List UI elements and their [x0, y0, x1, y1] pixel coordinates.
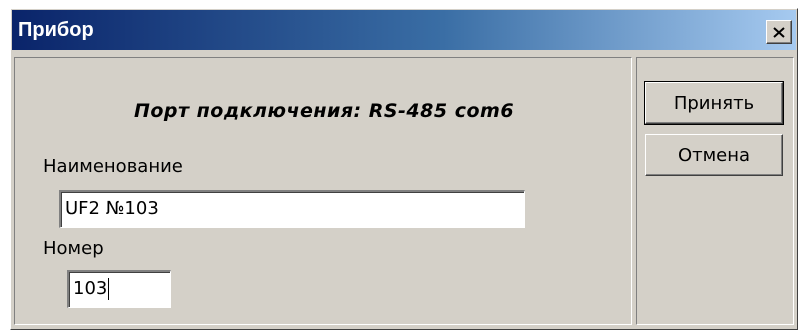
name-input[interactable]: UF2 №103 [59, 190, 525, 228]
number-input-value: 103 [73, 278, 108, 299]
cancel-button[interactable]: Отмена [645, 134, 783, 176]
dialog-body: Порт подключения: RS-485 com6 Наименован… [12, 53, 796, 327]
close-icon [773, 26, 785, 38]
number-label: Номер [43, 238, 104, 259]
title-bar[interactable]: Прибор [12, 10, 796, 50]
settings-panel: Порт подключения: RS-485 com6 Наименован… [14, 57, 632, 325]
port-label: Порт подключения: RS-485 com6 [133, 100, 515, 122]
text-caret [108, 278, 110, 300]
name-input-value: UF2 №103 [65, 198, 159, 219]
device-dialog: Прибор Порт подключения: RS-485 com6 Наи… [10, 8, 798, 330]
actions-panel: Принять Отмена [636, 57, 794, 325]
close-button[interactable] [766, 20, 792, 44]
window-title: Прибор [18, 19, 94, 41]
number-input[interactable]: 103 [67, 270, 171, 308]
accept-button[interactable]: Принять [645, 82, 783, 124]
name-label: Наименование [43, 156, 183, 177]
